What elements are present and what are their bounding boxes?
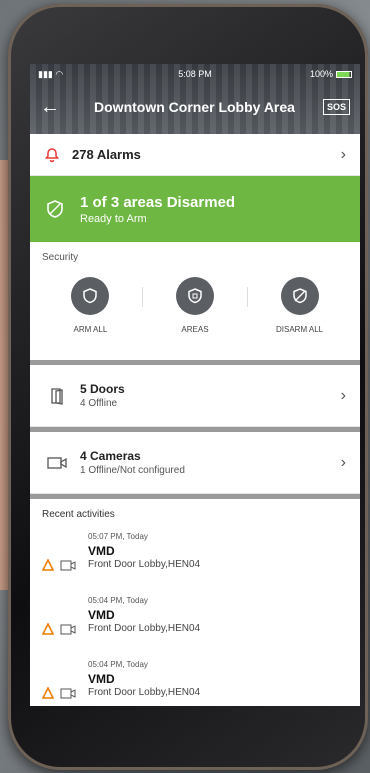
security-section: Security ARM ALL AREAS DISARM ALL: [30, 242, 360, 360]
areas-button[interactable]: AREAS: [150, 277, 240, 334]
phone-frame: ▮▮▮ ◠ 5:08 PM 100% ← Downtown Corner Lob…: [8, 4, 368, 770]
activity-item[interactable]: 05:04 PM, Today VMD Front Door Lobby,HEN…: [42, 596, 348, 648]
camera-icon: [60, 624, 76, 634]
warning-icon: [42, 687, 54, 699]
warning-icon: [42, 623, 54, 635]
alarms-label: 278 Alarms: [72, 147, 141, 162]
recent-title: Recent activities: [42, 509, 115, 520]
doors-row[interactable]: 5 Doors 4 Offline ›: [30, 365, 360, 427]
status-time: 5:08 PM: [178, 69, 212, 79]
sos-button[interactable]: SOS: [322, 99, 350, 115]
warning-icon: [42, 559, 54, 571]
nav-bar: ← Downtown Corner Lobby Area SOS: [30, 84, 360, 130]
area-status-subtitle: Ready to Arm: [80, 212, 147, 225]
doors-status: 4 Offline: [80, 398, 118, 409]
arm-all-button[interactable]: ARM ALL: [45, 277, 135, 334]
doors-count: 5 Doors: [80, 382, 125, 396]
shield-icon: [47, 200, 63, 218]
chevron-right-icon: ›: [340, 145, 346, 163]
camera-icon: [60, 688, 76, 698]
chevron-right-icon: ›: [340, 386, 346, 404]
door-icon: [51, 387, 63, 405]
app-header: ▮▮▮ ◠ 5:08 PM 100% ← Downtown Corner Lob…: [30, 64, 360, 134]
camera-icon: [60, 560, 76, 570]
camera-icon: [47, 456, 67, 469]
cameras-status: 1 Offline/Not configured: [80, 465, 185, 476]
screen: ▮▮▮ ◠ 5:08 PM 100% ← Downtown Corner Lob…: [30, 64, 360, 706]
area-status-banner[interactable]: 1 of 3 areas Disarmed Ready to Arm: [30, 176, 360, 242]
alarms-row[interactable]: 278 Alarms ›: [30, 134, 360, 176]
areas-shield-icon: [188, 288, 202, 304]
bell-icon: [45, 147, 59, 162]
page-title: Downtown Corner Lobby Area: [94, 99, 295, 115]
chevron-right-icon: ›: [340, 453, 346, 471]
status-bar: ▮▮▮ ◠ 5:08 PM 100%: [30, 64, 360, 84]
activity-item[interactable]: 05:04 PM, Today VMD Front Door Lobby,HEN…: [42, 660, 348, 706]
recent-activities: Recent activities 05:07 PM, Today VMD Fr…: [30, 499, 360, 706]
cameras-row[interactable]: 4 Cameras 1 Offline/Not configured ›: [30, 432, 360, 494]
shield-icon: [83, 288, 98, 304]
back-arrow-icon[interactable]: ←: [40, 96, 66, 119]
divider: [246, 287, 248, 307]
shield-off-icon: [292, 288, 307, 304]
divider: [142, 287, 144, 307]
cameras-count: 4 Cameras: [80, 449, 141, 463]
area-status-title: 1 of 3 areas Disarmed: [80, 193, 236, 211]
disarm-all-button[interactable]: DISARM ALL: [255, 277, 345, 334]
security-title: Security: [42, 252, 79, 263]
activity-item[interactable]: 05:07 PM, Today VMD Front Door Lobby,HEN…: [42, 532, 348, 584]
